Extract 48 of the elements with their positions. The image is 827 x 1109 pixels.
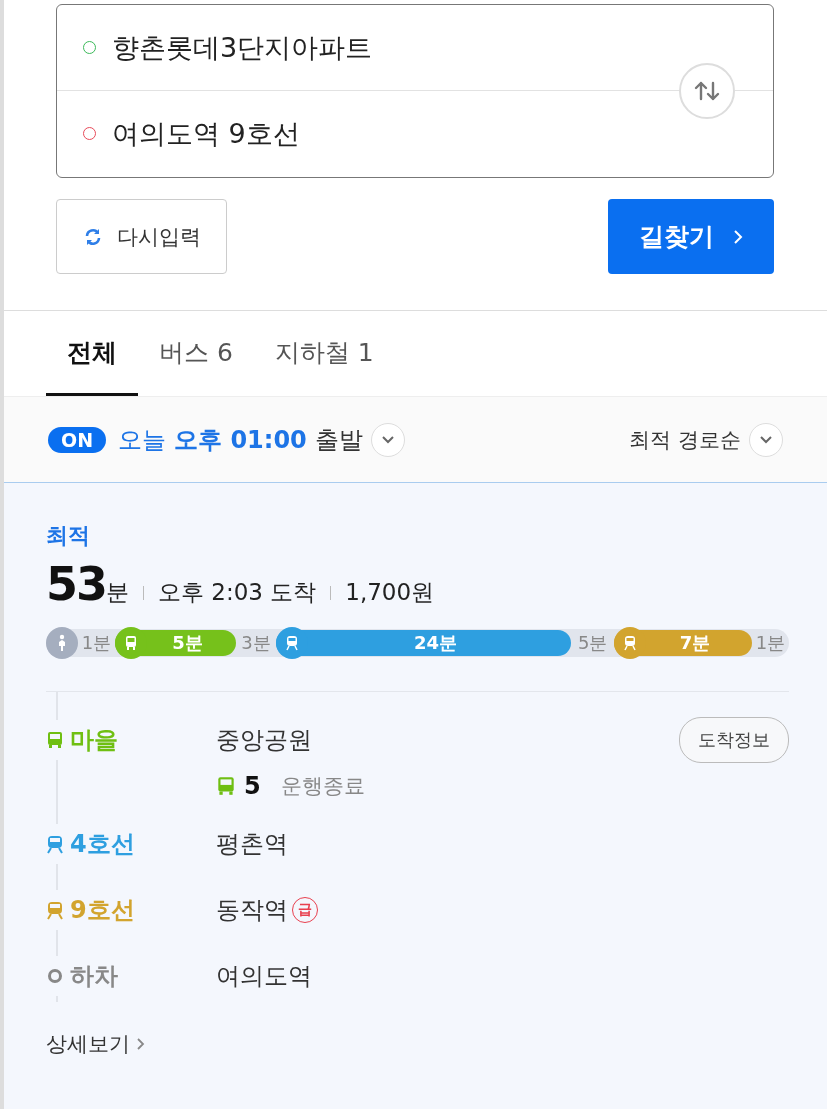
on-toggle[interactable]: ON bbox=[48, 426, 107, 453]
chevron-down-icon bbox=[380, 434, 395, 445]
reset-button[interactable]: 다시입력 bbox=[56, 199, 227, 274]
walk-duration: 3분 bbox=[240, 631, 272, 655]
station-name: 여의도역 bbox=[216, 961, 312, 992]
bus-icon bbox=[123, 635, 138, 651]
swap-button[interactable] bbox=[679, 63, 735, 119]
bus-number: 5 bbox=[244, 772, 261, 800]
departure-time[interactable]: 오후 01:00 bbox=[174, 423, 307, 456]
walk-duration: 5분 bbox=[576, 631, 609, 655]
duration-unit: 분 bbox=[106, 578, 129, 607]
walk-duration: 1분 bbox=[754, 631, 787, 655]
segment-duration: 5분 bbox=[171, 631, 204, 655]
sort-label: 최적 경로순 bbox=[629, 426, 741, 454]
chevron-down-icon bbox=[759, 434, 773, 445]
station-name: 평촌역 bbox=[216, 829, 288, 860]
chevron-right-icon bbox=[136, 1036, 146, 1052]
transit-mode-label: 마을 bbox=[70, 725, 118, 756]
swap-arrows-icon bbox=[692, 79, 722, 103]
walk-duration: 1분 bbox=[80, 631, 113, 655]
arrival-info-button[interactable]: 도착정보 bbox=[679, 717, 789, 763]
station-name: 동작역 bbox=[216, 895, 288, 926]
details-link[interactable]: 상세보기 bbox=[46, 1030, 146, 1058]
search-button[interactable]: 길찾기 bbox=[608, 199, 774, 274]
transit-mode-label: 하차 bbox=[70, 961, 118, 992]
bus-icon bbox=[216, 775, 236, 797]
train-icon bbox=[284, 635, 299, 651]
tab[interactable]: 지하철 1 bbox=[253, 311, 395, 396]
station-name: 중앙공원 bbox=[216, 725, 312, 756]
time-dropdown-button[interactable] bbox=[370, 422, 405, 457]
transit-mode-label: 4호선 bbox=[70, 829, 135, 860]
walk-icon bbox=[46, 627, 78, 659]
day-label: 오늘 bbox=[118, 424, 167, 456]
total-duration: 53 bbox=[46, 557, 106, 611]
departure-label: 출발 bbox=[314, 424, 363, 456]
origin-field[interactable]: 향촌롯데3단지아파트 bbox=[112, 29, 373, 66]
transit-mode-label: 9호선 bbox=[70, 895, 135, 926]
segment-duration: 24분 bbox=[413, 631, 459, 655]
destination-field[interactable]: 여의도역 9호선 bbox=[112, 115, 300, 152]
route-tag: 최적 bbox=[46, 521, 789, 551]
fare: 1,700원 bbox=[345, 578, 435, 607]
sort-dropdown-button[interactable] bbox=[749, 422, 783, 457]
segment-duration: 7분 bbox=[678, 631, 712, 655]
train-icon bbox=[622, 635, 637, 651]
chevron-right-icon bbox=[731, 227, 744, 246]
arrival-time: 오후 2:03 도착 bbox=[158, 578, 317, 607]
bus-status: 운행종료 bbox=[280, 773, 365, 800]
tab[interactable]: 버스 6 bbox=[138, 311, 254, 396]
